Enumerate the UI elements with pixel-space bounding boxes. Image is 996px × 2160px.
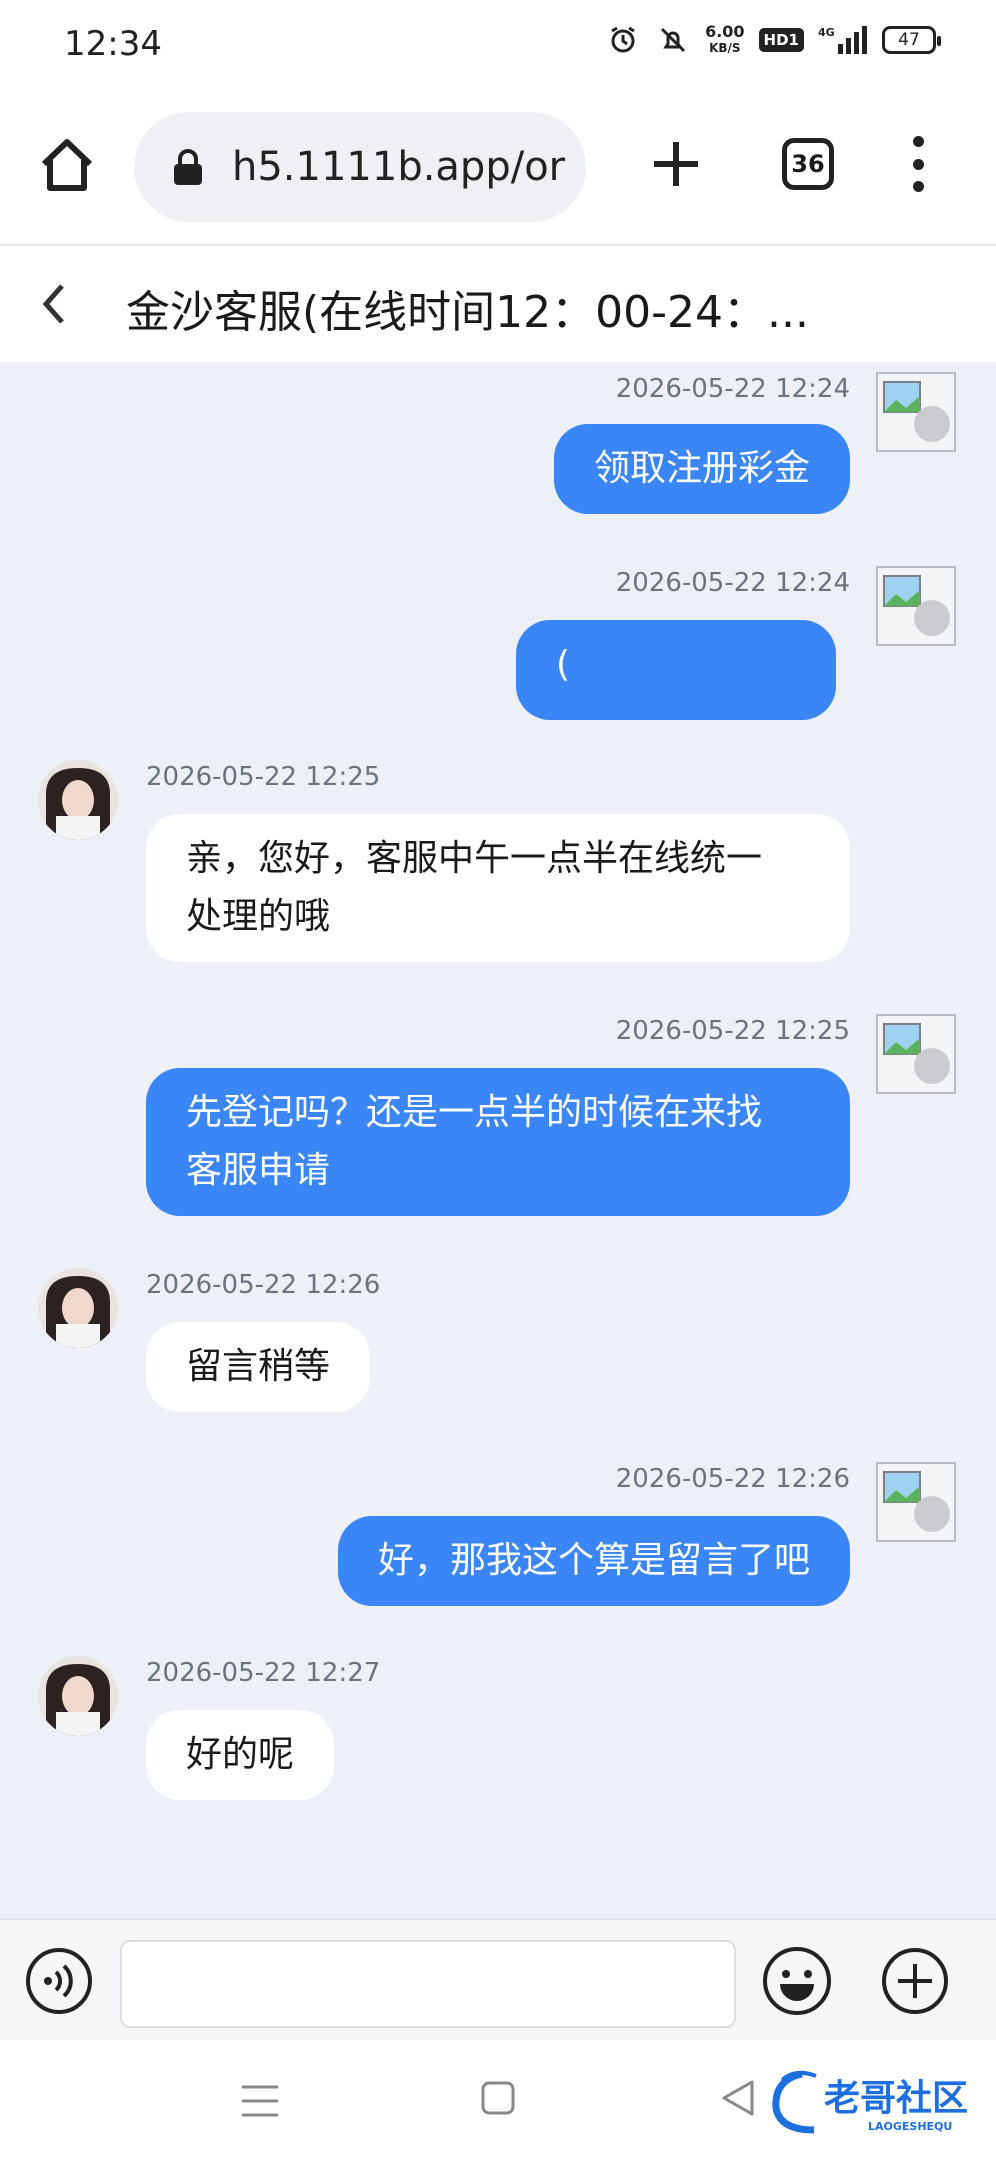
emoji-icon	[763, 1947, 831, 2015]
message-timestamp: 2026-05-22 12:26	[146, 1270, 381, 1300]
dot-icon	[912, 136, 924, 147]
dot-icon	[912, 158, 924, 170]
alarm-icon	[605, 22, 641, 58]
status-bar: 12:34 6.00 KB/S HD1 4G 47	[0, 0, 996, 90]
new-tab-button[interactable]	[648, 136, 704, 192]
user-avatar	[876, 1462, 956, 1542]
url-text: h5.1111b.app/or	[232, 144, 566, 190]
plus-icon	[654, 142, 698, 186]
status-time: 12:34	[64, 24, 162, 64]
user-avatar	[876, 1014, 956, 1094]
message-bubble-outgoing[interactable]: 领取注册彩金	[553, 424, 850, 514]
signal-icon: 4G	[818, 22, 868, 58]
agent-avatar	[38, 1656, 118, 1736]
watermark-logo: 老哥社区 LAOGESHEQU	[772, 2066, 982, 2136]
back-button[interactable]	[28, 276, 84, 332]
home-button[interactable]	[36, 134, 98, 196]
dragon-logo-icon: 老哥社区 LAOGESHEQU	[772, 2070, 968, 2134]
plus-circle-icon	[882, 1948, 948, 2014]
message-text-line: 亲，您好，客服中午一点半在线统一	[186, 838, 763, 879]
emoji-button[interactable]	[760, 1944, 834, 2018]
broken-image-icon	[883, 1471, 950, 1532]
system-back-button[interactable]	[718, 2078, 758, 2118]
chat-header: 金沙客服(在线时间12：00-24：...	[0, 246, 996, 362]
lock-icon	[174, 149, 202, 185]
battery-indicator: 47	[882, 26, 941, 54]
message-bubble-outgoing[interactable]: (	[516, 620, 836, 720]
message-text-line: 先登记吗？还是一点半的时候在来找	[186, 1092, 763, 1133]
agent-avatar-icon	[38, 1656, 118, 1736]
square-icon	[481, 2081, 515, 2115]
voice-icon	[26, 1948, 92, 2014]
network-speed: 6.00 KB/S	[705, 22, 745, 56]
agent-avatar	[38, 1268, 118, 1348]
svg-text:LAOGESHEQU: LAOGESHEQU	[868, 2120, 952, 2133]
home-icon	[41, 139, 93, 191]
message-timestamp: 2026-05-22 12:25	[146, 762, 381, 792]
agent-avatar-icon	[38, 760, 118, 840]
chat-title: 金沙客服(在线时间12：00-24：...	[126, 287, 809, 338]
dot-icon	[912, 181, 924, 192]
mute-bell-icon	[655, 22, 691, 58]
browser-toolbar: h5.1111b.app/or 36	[0, 90, 996, 246]
message-timestamp: 2026-05-22 12:24	[615, 568, 850, 598]
voice-button[interactable]	[24, 1946, 94, 2016]
message-timestamp: 2026-05-22 12:26	[615, 1464, 850, 1494]
menu-icon	[242, 2085, 278, 2117]
message-text-line: 处理的哦	[186, 896, 331, 937]
broken-image-icon	[883, 1023, 950, 1084]
message-bubble-incoming[interactable]: 亲，您好，客服中午一点半在线统一 处理的哦	[146, 814, 850, 962]
address-bar[interactable]: h5.1111b.app/or	[134, 112, 586, 222]
triangle-back-icon	[722, 2080, 754, 2116]
system-nav-bar: 老哥社区 LAOGESHEQU	[0, 2040, 996, 2160]
status-icons: 6.00 KB/S HD1 4G 47	[605, 22, 941, 58]
message-text-line: 客服申请	[186, 1150, 331, 1191]
user-avatar	[876, 372, 956, 452]
message-input[interactable]	[120, 1940, 736, 2028]
broken-image-icon	[883, 381, 950, 442]
agent-avatar	[38, 760, 118, 840]
recents-button[interactable]	[240, 2084, 280, 2118]
tab-switcher-button[interactable]: 36	[782, 138, 834, 190]
message-bubble-incoming[interactable]: 留言稍等	[146, 1322, 371, 1412]
message-bubble-outgoing[interactable]: 先登记吗？还是一点半的时候在来找 客服申请	[146, 1068, 850, 1216]
svg-text:4G: 4G	[818, 26, 835, 39]
message-input-bar	[0, 1918, 996, 2040]
chevron-left-icon	[42, 284, 64, 324]
message-bubble-incoming[interactable]: 好的呢	[146, 1710, 335, 1800]
attach-button[interactable]	[880, 1946, 950, 2016]
message-bubble-outgoing[interactable]: 好，那我这个算是留言了吧	[337, 1516, 850, 1606]
hd-badge: HD1	[758, 28, 804, 52]
broken-image-icon	[883, 575, 950, 636]
message-timestamp: 2026-05-22 12:25	[615, 1016, 850, 1046]
system-home-button[interactable]	[480, 2080, 516, 2116]
svg-text:老哥社区: 老哥社区	[824, 2078, 968, 2119]
more-menu-button[interactable]	[908, 136, 928, 192]
agent-avatar-icon	[38, 1268, 118, 1348]
chat-message-list[interactable]: 2026-05-22 12:24 领取注册彩金 2026-05-22 12:24…	[0, 362, 996, 1918]
message-timestamp: 2026-05-22 12:24	[615, 374, 850, 404]
message-timestamp: 2026-05-22 12:27	[146, 1658, 381, 1688]
user-avatar	[876, 566, 956, 646]
